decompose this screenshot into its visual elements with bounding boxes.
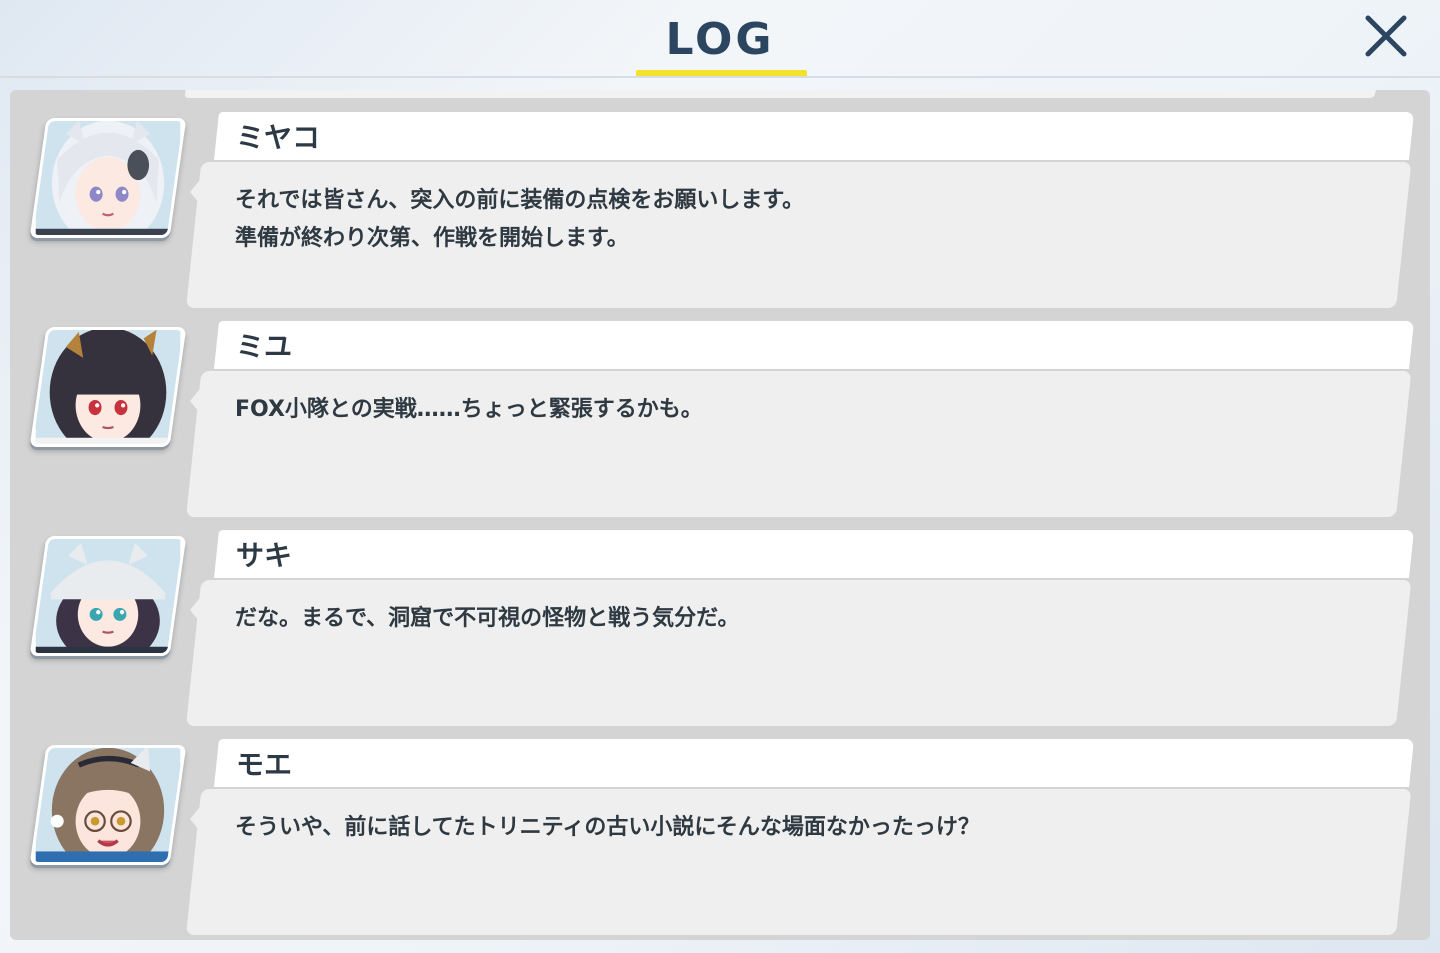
speech-tail bbox=[190, 588, 208, 632]
close-icon bbox=[1365, 15, 1407, 57]
message-line: そういや、前に話してたトリニティの古い小説にそんな場面なかったっけ？ bbox=[235, 815, 980, 840]
message-line: だな。まるで、洞窟で不可視の怪物と戦う気分だ。 bbox=[235, 606, 740, 631]
log-entry: モエ そういや、前に話してたトリニティの古い小説にそんな場面なかったっけ？ bbox=[0, 739, 1440, 939]
message-text: それでは皆さん、突入の前に装備の点検をお願いします。 準備が終わり次第、作戦を開… bbox=[235, 182, 1335, 258]
name-bar bbox=[214, 530, 1415, 578]
avatar bbox=[29, 745, 187, 865]
avatar bbox=[29, 536, 187, 656]
message-line: それでは皆さん、突入の前に装備の点検をお願いします。 bbox=[235, 188, 805, 213]
speech-tail bbox=[190, 797, 208, 841]
speaker-name: モエ bbox=[236, 748, 293, 781]
speaker-name: ミユ bbox=[236, 330, 293, 363]
page-title: LOG bbox=[665, 14, 775, 65]
previous-entry-edge bbox=[184, 90, 1376, 98]
avatar bbox=[29, 327, 187, 447]
message-text: そういや、前に話してたトリニティの古い小説にそんな場面なかったっけ？ bbox=[235, 809, 1335, 847]
message-line: 準備が終わり次第、作戦を開始します。 bbox=[235, 226, 629, 251]
speaker-name: ミヤコ bbox=[236, 121, 321, 154]
message-text: だな。まるで、洞窟で不可視の怪物と戦う気分だ。 bbox=[235, 600, 1335, 638]
close-button[interactable] bbox=[1362, 12, 1410, 60]
character-portrait-icon bbox=[35, 330, 181, 444]
log-entry: ミヤコ それでは皆さん、突入の前に装備の点検をお願いします。 準備が終わり次第、… bbox=[0, 112, 1440, 312]
header-divider bbox=[0, 76, 1440, 78]
speaker-name: サキ bbox=[236, 539, 293, 572]
name-bar bbox=[214, 321, 1415, 369]
name-bar bbox=[214, 112, 1415, 160]
log-entry: サキ だな。まるで、洞窟で不可視の怪物と戦う気分だ。 bbox=[0, 530, 1440, 730]
message-text: FOX小隊との実戦……ちょっと緊張するかも。 bbox=[235, 391, 1335, 429]
character-portrait-icon bbox=[35, 121, 181, 235]
log-entry: ミユ FOX小隊との実戦……ちょっと緊張するかも。 bbox=[0, 321, 1440, 521]
message-line: FOX小隊との実戦……ちょっと緊張するかも。 bbox=[235, 397, 703, 422]
speech-tail bbox=[190, 379, 208, 423]
header: LOG bbox=[0, 0, 1440, 78]
avatar bbox=[29, 118, 187, 238]
character-portrait-icon bbox=[35, 748, 181, 862]
speech-tail bbox=[190, 170, 208, 214]
character-portrait-icon bbox=[35, 539, 181, 653]
name-bar bbox=[214, 739, 1415, 787]
